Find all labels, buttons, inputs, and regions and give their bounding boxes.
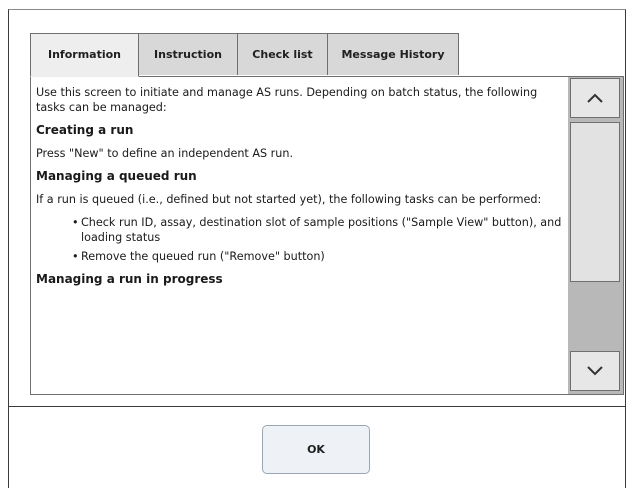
tab-message-history[interactable]: Message History [327, 33, 459, 75]
heading-creating-run: Creating a run [36, 123, 134, 137]
heading-run-in-progress: Managing a run in progress [36, 272, 223, 286]
create-paragraph: Press "New" to define an independent AS … [36, 147, 294, 160]
heading-queued-run: Managing a queued run [36, 169, 197, 183]
tab-bar: Information Instruction Check list Messa… [30, 33, 459, 77]
footer-divider [9, 406, 625, 407]
list-item: Check run ID, assay, destination slot of… [72, 215, 566, 245]
ok-button[interactable]: OK [262, 425, 370, 474]
intro-paragraph: Use this screen to initiate and manage A… [36, 86, 538, 114]
queued-task-list: Check run ID, assay, destination slot of… [36, 215, 566, 264]
list-item: Remove the queued run ("Remove" button) [72, 249, 566, 264]
chevron-up-icon [587, 93, 603, 103]
scroll-down-button[interactable] [570, 351, 620, 391]
scrollbar-thumb[interactable] [570, 122, 620, 282]
tab-instruction[interactable]: Instruction [138, 33, 238, 75]
scroll-up-button[interactable] [570, 78, 620, 118]
queued-paragraph: If a run is queued (i.e., defined but no… [36, 193, 542, 206]
vertical-scrollbar[interactable] [568, 77, 623, 394]
chevron-down-icon [587, 366, 603, 376]
information-text-area[interactable]: Use this screen to initiate and manage A… [31, 77, 566, 394]
tab-check-list[interactable]: Check list [237, 33, 328, 75]
tab-information[interactable]: Information [30, 33, 139, 77]
information-panel: Use this screen to initiate and manage A… [30, 76, 624, 395]
help-dialog: Information Instruction Check list Messa… [8, 9, 626, 488]
